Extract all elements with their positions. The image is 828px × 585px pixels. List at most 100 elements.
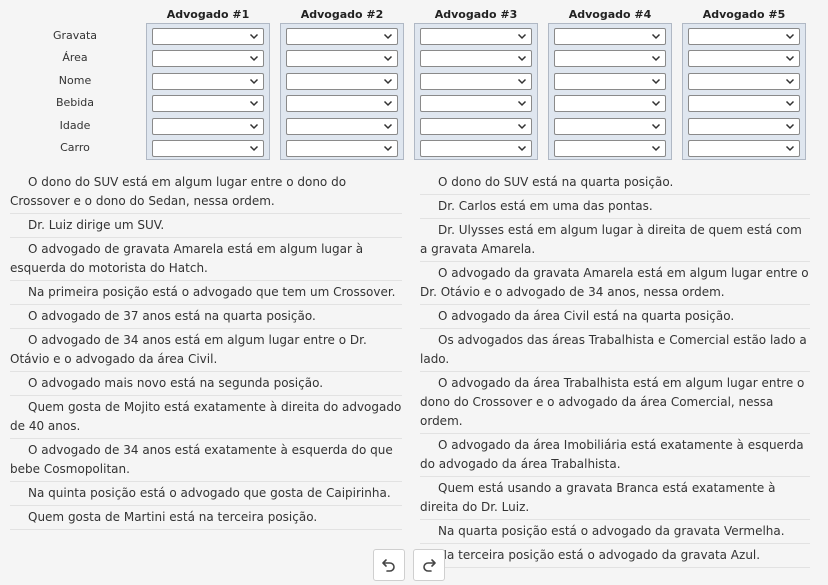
select-gravata[interactable] (688, 28, 800, 45)
select-idade[interactable] (286, 117, 398, 135)
chevron-down-icon (249, 101, 259, 107)
row-label: Bebida (55, 96, 95, 110)
clue-item: O advogado da gravata Amarela está em al… (420, 262, 810, 305)
column-title: Advogado #4 (568, 8, 652, 21)
select-bebida[interactable] (152, 95, 264, 113)
clue-item: O advogado de gravata Amarela está em al… (10, 238, 402, 281)
select-nome[interactable] (688, 72, 800, 90)
clue-item: Quem gosta de Martini está na terceira p… (10, 506, 402, 530)
select-bebida[interactable] (420, 95, 532, 113)
chevron-down-icon (785, 101, 795, 107)
chevron-down-icon (249, 78, 259, 84)
select-carro[interactable] (554, 140, 666, 157)
column-box (146, 23, 270, 160)
clue-item: O advogado de 34 anos está exatamente à … (10, 439, 402, 482)
select-gravata[interactable] (286, 28, 398, 45)
chevron-down-icon (249, 56, 259, 62)
clue-item: Quem está usando a gravata Branca está e… (420, 477, 810, 520)
advogado-column: Advogado #1 (146, 6, 270, 160)
select-carro[interactable] (688, 140, 800, 157)
column-box (682, 23, 806, 160)
chevron-down-icon (785, 78, 795, 84)
clue-item: Dr. Ulysses está em algum lugar à direit… (420, 219, 810, 262)
chevron-down-icon (249, 123, 259, 129)
chevron-down-icon (383, 78, 393, 84)
clues-left: O dono do SUV está em algum lugar entre … (10, 171, 402, 530)
undo-icon (382, 559, 395, 572)
undo-button[interactable] (373, 549, 405, 581)
chevron-down-icon (651, 56, 661, 62)
chevron-down-icon (651, 78, 661, 84)
select-gravata[interactable] (152, 28, 264, 45)
select-nome[interactable] (420, 72, 532, 90)
chevron-down-icon (651, 33, 661, 40)
select-area[interactable] (286, 50, 398, 68)
chevron-down-icon (651, 101, 661, 107)
select-nome[interactable] (152, 72, 264, 90)
clue-item: O advogado de 37 anos está na quarta pos… (10, 305, 402, 329)
clue-item: O dono do SUV está em algum lugar entre … (10, 171, 402, 214)
select-nome[interactable] (286, 72, 398, 90)
chevron-down-icon (785, 33, 795, 40)
select-carro[interactable] (420, 140, 532, 157)
clues-right: O dono do SUV está na quarta posição. Dr.… (420, 171, 810, 568)
select-bebida[interactable] (286, 95, 398, 113)
advogado-column: Advogado #5 (682, 6, 806, 160)
select-area[interactable] (152, 50, 264, 68)
row-label: Área (62, 51, 88, 65)
column-box (548, 23, 672, 160)
select-idade[interactable] (420, 117, 532, 135)
select-idade[interactable] (688, 117, 800, 135)
chevron-down-icon (249, 145, 259, 152)
column-title: Advogado #3 (434, 8, 518, 21)
puzzle-grid: Gravata Área Nome Bebida Idade Carro Advogado… (0, 6, 828, 161)
chevron-down-icon (785, 145, 795, 152)
select-bebida[interactable] (688, 95, 800, 113)
clue-item: O advogado da área Civil está na quarta … (420, 305, 810, 329)
select-nome[interactable] (554, 72, 666, 90)
select-idade[interactable] (554, 117, 666, 135)
chevron-down-icon (517, 56, 527, 62)
select-carro[interactable] (286, 140, 398, 157)
redo-button[interactable] (413, 549, 445, 581)
clue-item: O advogado da área Trabalhista está em a… (420, 372, 810, 434)
select-bebida[interactable] (554, 95, 666, 113)
chevron-down-icon (517, 33, 527, 40)
select-area[interactable] (554, 50, 666, 68)
row-label: Gravata (52, 29, 98, 42)
select-gravata[interactable] (554, 28, 666, 45)
column-title: Advogado #5 (702, 8, 786, 21)
clue-item: Dr. Luiz dirige um SUV. (10, 214, 402, 238)
chevron-down-icon (383, 123, 393, 129)
advogado-column: Advogado #4 (548, 6, 672, 160)
chevron-down-icon (517, 78, 527, 84)
clue-item: O advogado de 34 anos está em algum luga… (10, 329, 402, 372)
chevron-down-icon (383, 145, 393, 152)
chevron-down-icon (383, 33, 393, 40)
chevron-down-icon (517, 123, 527, 129)
select-area[interactable] (420, 50, 532, 68)
clue-item: Dr. Carlos está em uma das pontas. (420, 195, 810, 219)
clue-item: O advogado da área Imobiliária está exat… (420, 434, 810, 477)
chevron-down-icon (651, 123, 661, 129)
select-carro[interactable] (152, 140, 264, 157)
history-controls (373, 549, 447, 581)
select-gravata[interactable] (420, 28, 532, 45)
chevron-down-icon (383, 101, 393, 107)
clue-item: O advogado mais novo está na segunda pos… (10, 372, 402, 396)
chevron-down-icon (651, 145, 661, 152)
column-box (414, 23, 538, 160)
column-title: Advogado #1 (166, 8, 250, 21)
clue-item: Quem gosta de Mojito está exatamente à d… (10, 396, 402, 439)
chevron-down-icon (785, 123, 795, 129)
advogado-column: Advogado #3 (414, 6, 538, 160)
clue-item: Na quarta posição está o advogado da gra… (420, 520, 810, 544)
row-label: Carro (60, 141, 90, 154)
select-area[interactable] (688, 50, 800, 68)
select-idade[interactable] (152, 117, 264, 135)
clue-item: Na quinta posição está o advogado que go… (10, 482, 402, 506)
column-title: Advogado #2 (300, 8, 384, 21)
column-box (280, 23, 404, 160)
chevron-down-icon (383, 56, 393, 62)
clue-item: Na primeira posição está o advogado que … (10, 281, 402, 305)
